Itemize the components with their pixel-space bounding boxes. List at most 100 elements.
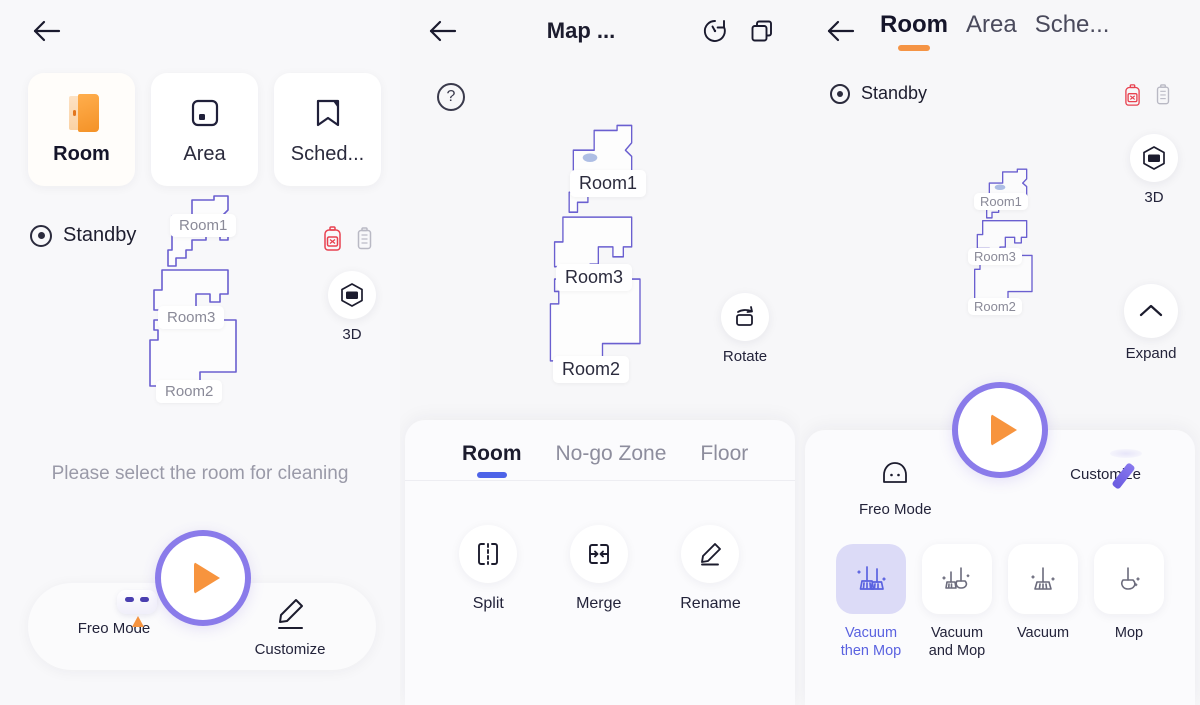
floor-map[interactable]: Room1 Room3 Room2 (540, 118, 665, 403)
status-label: Standby (63, 224, 137, 246)
mode-card-label: Area (183, 143, 226, 165)
mode-card-label: Sched... (290, 143, 365, 165)
room-label[interactable]: Room2 (553, 356, 630, 383)
battery-icon (357, 227, 372, 255)
panel2-topbar-actions (702, 18, 774, 44)
duplicate-maps-icon[interactable] (750, 19, 774, 43)
floor-map[interactable]: Room1 Room3 Room2 (968, 165, 1048, 325)
tab-schedule[interactable]: Sche... (1035, 11, 1110, 51)
clean-mode-mop[interactable]: Mop (1091, 544, 1167, 660)
merge-button[interactable]: Merge (569, 525, 628, 613)
tab-floor[interactable]: Floor (700, 442, 748, 480)
room-label[interactable]: Room1 (170, 214, 237, 237)
room-label[interactable]: Room3 (968, 248, 1022, 265)
history-restore-icon[interactable] (702, 18, 728, 44)
panel-clean-modes: Room Area Sche... Standby Room1 Room3 Ro… (800, 0, 1200, 705)
tab-no-go-zone[interactable]: No-go Zone (556, 442, 667, 480)
mode-card-area[interactable]: Area (151, 73, 258, 186)
start-button[interactable] (952, 382, 1048, 478)
panel-room-selection: Room Area Sched... Standby Room1 Room3 R… (0, 0, 400, 705)
tool-3d[interactable]: 3D 3D (1130, 134, 1178, 206)
screenshot-root: Room Area Sched... Standby Room1 Room3 R… (0, 0, 1200, 705)
mode-card-room[interactable]: Room (28, 73, 135, 186)
room-label[interactable]: Room3 (556, 264, 633, 291)
map-edit-sheet: Room No-go Zone Floor Split Merge Rename (405, 420, 795, 705)
vacuum-then-mop-icon (836, 544, 906, 614)
vacuum-icon (1008, 544, 1078, 614)
start-button[interactable] (155, 530, 251, 626)
sheet-action-list: Split Merge Rename (405, 481, 795, 613)
clean-mode-label: Mop (1114, 625, 1144, 641)
back-arrow-icon[interactable] (426, 14, 460, 48)
pencil-icon (273, 596, 307, 637)
room-label[interactable]: Room2 (156, 380, 223, 403)
clean-mode-list: Vacuum then Mop Vacuum and Mop Vacuum Mo… (805, 518, 1195, 660)
hamburger-menu-icon[interactable] (340, 20, 370, 42)
room-label[interactable]: Room2 (968, 298, 1022, 315)
freo-mode-button[interactable]: Freo Mode (859, 460, 932, 518)
tool-rotate[interactable]: Rotate (721, 293, 769, 365)
tool-3d-label: 3D (1144, 189, 1164, 206)
clean-mode-vacuum-then-mop[interactable]: Vacuum then Mop (833, 544, 909, 660)
cube-3d-icon: 3D (1130, 134, 1178, 182)
room-label[interactable]: Room1 (974, 193, 1028, 210)
room-label[interactable]: Room1 (570, 170, 647, 197)
panel3-tab-list: Room Area Sche... (880, 11, 1109, 51)
panel1-topbar (0, 0, 400, 62)
play-icon (193, 562, 220, 594)
clean-mode-vacuum[interactable]: Vacuum (1005, 544, 1081, 660)
panel-map-editor: Map ... ? Room1 Room3 Room2 Rotate Room … (400, 0, 800, 705)
customize-label: Customize (254, 640, 326, 658)
svg-text:3D: 3D (1150, 157, 1158, 163)
floor-map[interactable]: Room1 Room3 Room2 (140, 190, 260, 420)
panel2-topbar: Map ... (400, 0, 800, 62)
split-icon (459, 525, 518, 583)
status-row: Standby (830, 83, 927, 104)
tool-3d[interactable]: 3D 3D (328, 271, 376, 343)
status-standby-icon (830, 83, 850, 104)
tab-room[interactable]: Room (880, 11, 948, 51)
split-label: Split (472, 595, 504, 612)
tab-area[interactable]: Area (966, 11, 1017, 51)
freo-mode-label: Freo Mode (859, 501, 932, 518)
merge-label: Merge (576, 595, 622, 612)
freo-mode-button[interactable]: Freo Mode (66, 590, 162, 637)
mode-card-schedule[interactable]: Sched... (274, 73, 381, 186)
customize-button[interactable]: Customize (1070, 449, 1142, 518)
page-title: Map ... (546, 18, 616, 43)
vacuum-and-mop-icon (922, 544, 992, 614)
selection-hint: Please select the room for cleaning (51, 463, 349, 484)
tool-3d-label: 3D (342, 326, 362, 343)
rotate-icon (721, 293, 769, 341)
rename-button[interactable]: Rename (680, 525, 741, 613)
area-square-icon (189, 93, 221, 133)
help-icon[interactable]: ? (437, 83, 465, 111)
hamburger-menu-icon[interactable] (1146, 20, 1176, 42)
bookmark-icon (313, 93, 343, 133)
room-label[interactable]: Room3 (158, 306, 225, 329)
mode-card-list: Room Area Sched... (28, 73, 381, 186)
status-row: Standby (30, 224, 136, 247)
clean-mode-label: Vacuum (1016, 625, 1070, 641)
robot-head-outline-icon (878, 460, 912, 495)
svg-text:3D: 3D (348, 294, 356, 300)
battery-icon (1156, 84, 1170, 111)
pencil-edit-icon (681, 525, 740, 583)
clean-mode-label: Vacuum then Mop (840, 625, 902, 660)
back-arrow-icon[interactable] (30, 14, 64, 48)
split-button[interactable]: Split (459, 525, 518, 613)
door-icon (65, 93, 99, 133)
cube-3d-icon: 3D (328, 271, 376, 319)
customize-button[interactable]: Customize (242, 596, 338, 658)
back-arrow-icon[interactable] (824, 14, 858, 48)
status-label: Standby (861, 83, 928, 103)
water-tank-empty-icon (1125, 84, 1140, 111)
mode-card-label: Room (53, 143, 110, 165)
status-standby-icon (30, 224, 52, 247)
panel1-status-icons (324, 226, 372, 256)
tab-room[interactable]: Room (462, 442, 522, 480)
clean-mode-vacuum-and-mop[interactable]: Vacuum and Mop (919, 544, 995, 660)
panel3-topbar: Room Area Sche... (800, 0, 1200, 62)
tool-expand[interactable]: Expand (1124, 284, 1178, 362)
panel3-status-icons (1125, 84, 1170, 111)
